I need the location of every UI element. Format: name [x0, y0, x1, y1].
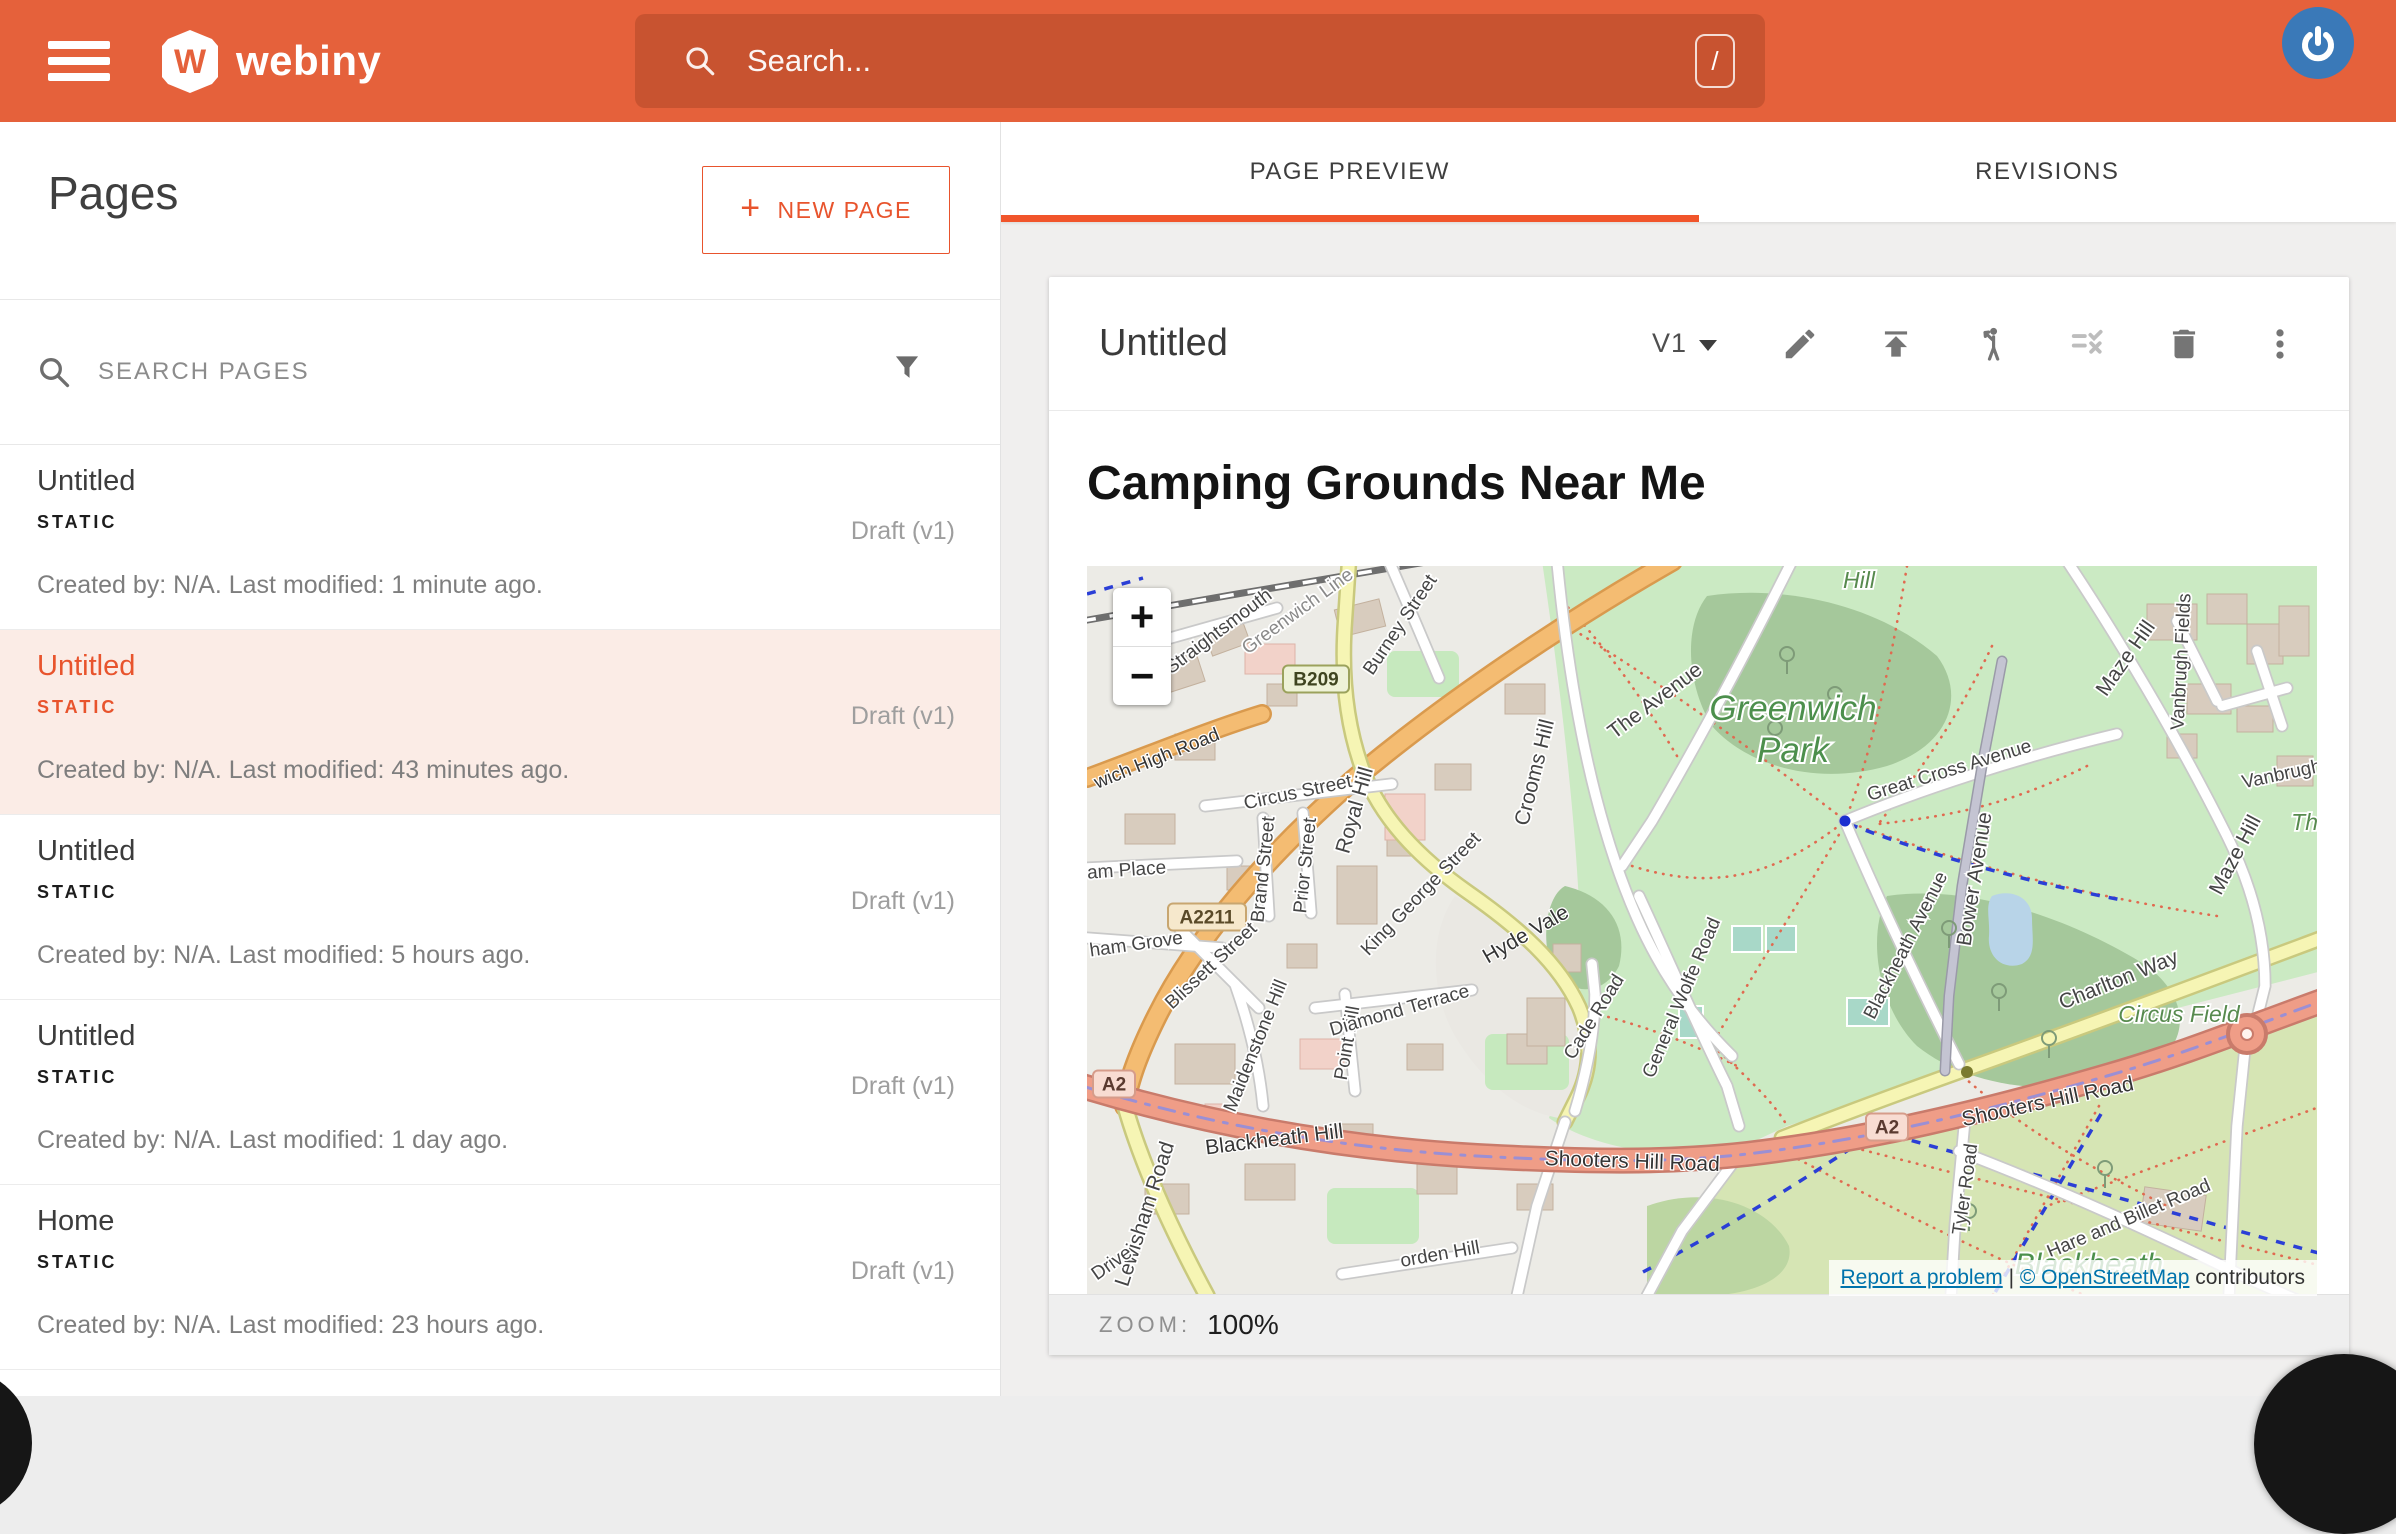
osm-copyright-link[interactable]: © OpenStreetMap: [2020, 1266, 2190, 1290]
page-type-badge: STATIC: [37, 697, 117, 718]
page-preview-card: Untitled V1: [1049, 277, 2349, 1355]
page-list-item[interactable]: Untitled STATIC Draft (v1) Created by: N…: [0, 630, 1000, 815]
map-label: Park: [1757, 731, 1830, 770]
road-badge: B209: [1283, 666, 1349, 693]
svg-text:A2: A2: [1875, 1118, 1899, 1139]
new-page-button[interactable]: + NEW PAGE: [702, 166, 950, 254]
preview-page-title: Untitled: [1099, 322, 1228, 365]
page-title: Pages: [48, 166, 178, 220]
svg-text:B209: B209: [1293, 670, 1338, 691]
map-attribution: Report a problem | © OpenStreetMap contr…: [1829, 1260, 2318, 1296]
page-status: Draft (v1): [851, 517, 955, 546]
more-options-icon[interactable]: [2261, 325, 2299, 363]
requested-changes-icon[interactable]: [2069, 325, 2107, 363]
sidebar-header: Pages + NEW PAGE: [0, 122, 1000, 300]
pages-list: Untitled STATIC Draft (v1) Created by: N…: [0, 445, 1000, 1370]
map-label: The: [2291, 809, 2317, 835]
page-content-heading: Camping Grounds Near Me: [1087, 456, 2349, 511]
version-dropdown[interactable]: V1: [1652, 328, 1717, 359]
search-pages-input[interactable]: [96, 357, 740, 387]
map-label: Greenwich: [1709, 689, 1876, 728]
page-created-info: Created by: N/A. Last modified: 5 hours …: [37, 941, 530, 970]
page-list-item[interactable]: Untitled STATIC Draft (v1) Created by: N…: [0, 445, 1000, 630]
global-search-bar[interactable]: /: [635, 14, 1765, 108]
page-created-info: Created by: N/A. Last modified: 43 minut…: [37, 756, 569, 785]
map-zoom-control: + −: [1113, 588, 1171, 705]
page-created-info: Created by: N/A. Last modified: 1 day ag…: [37, 1126, 508, 1155]
chevron-down-icon: [1699, 340, 1717, 351]
preview-tabs: PAGE PREVIEW REVISIONS: [1001, 122, 2396, 222]
map-label: Hill: [1843, 567, 1876, 593]
global-search-input[interactable]: [745, 42, 1695, 80]
preview-toolbar: [1781, 325, 2299, 363]
page-type-badge: STATIC: [37, 1067, 117, 1088]
openstreetmap-canvas: B209A2211A2A2 StraightsmouthGreenwich Li…: [1087, 566, 2317, 1296]
page-list-item[interactable]: Untitled STATIC Draft (v1) Created by: N…: [0, 815, 1000, 1000]
search-icon: [36, 354, 72, 390]
zoom-label: ZOOM:: [1099, 1312, 1191, 1338]
filter-icon[interactable]: [888, 350, 926, 388]
page-list-item[interactable]: Untitled STATIC Draft (v1) Created by: N…: [0, 1000, 1000, 1185]
page-created-info: Created by: N/A. Last modified: 1 minute…: [37, 571, 543, 600]
logo-wordmark: webiny: [236, 37, 381, 85]
active-tab-indicator: [1001, 215, 1699, 222]
search-icon: [683, 44, 717, 78]
preview-content: Untitled V1: [1001, 222, 2396, 1396]
page-item-title: Untitled: [37, 465, 135, 498]
page-status: Draft (v1): [851, 1072, 955, 1101]
page-created-info: Created by: N/A. Last modified: 23 hours…: [37, 1311, 544, 1340]
svg-text:A2211: A2211: [1180, 908, 1235, 929]
page-item-title: Untitled: [37, 1020, 135, 1053]
page-list-item[interactable]: Home STATIC Draft (v1) Created by: N/A. …: [0, 1185, 1000, 1370]
page-type-badge: STATIC: [37, 512, 117, 533]
delete-icon[interactable]: [2165, 325, 2203, 363]
preview-zoom-bar: ZOOM: 100%: [1049, 1294, 2349, 1355]
map-zoom-out-button[interactable]: −: [1113, 647, 1171, 705]
user-avatar[interactable]: [2282, 7, 2354, 79]
page-status: Draft (v1): [851, 1257, 955, 1286]
sidebar-search-row: [0, 300, 1000, 445]
svg-text:A2: A2: [1102, 1075, 1126, 1096]
preview-pane: PAGE PREVIEW REVISIONS Untitled V1: [1001, 122, 2396, 1396]
page-status: Draft (v1): [851, 702, 955, 731]
page-item-title: Untitled: [37, 835, 135, 868]
hamburger-menu-icon[interactable]: [48, 33, 110, 89]
page-status: Draft (v1): [851, 887, 955, 916]
webiny-hexagon-icon: W: [162, 30, 218, 93]
map-label: Circus Field: [2118, 1001, 2241, 1027]
road-badge: A2211: [1168, 904, 1246, 931]
page-item-title: Home: [37, 1205, 114, 1238]
tab-revisions[interactable]: REVISIONS: [1699, 122, 2396, 222]
tab-page-preview[interactable]: PAGE PREVIEW: [1001, 122, 1699, 222]
svg-text:W: W: [174, 43, 207, 81]
top-app-bar: W webiny /: [0, 0, 2396, 122]
road-badge: A2: [1866, 1114, 1908, 1141]
preview-card-header: Untitled V1: [1049, 277, 2349, 411]
page-type-badge: STATIC: [37, 882, 117, 903]
page-item-title: Untitled: [37, 650, 135, 683]
power-icon: [2296, 21, 2340, 65]
report-problem-link[interactable]: Report a problem: [1841, 1266, 2003, 1290]
map-zoom-in-button[interactable]: +: [1113, 588, 1171, 646]
webiny-logo[interactable]: W webiny: [162, 30, 381, 93]
page-type-badge: STATIC: [37, 1252, 117, 1273]
zoom-value: 100%: [1207, 1309, 1279, 1341]
plus-icon: +: [740, 189, 761, 228]
pages-sidebar: Pages + NEW PAGE Untitled STATIC Draft (…: [0, 122, 1001, 1396]
request-review-icon[interactable]: [1973, 325, 2011, 363]
publish-icon[interactable]: [1877, 325, 1915, 363]
map-embed[interactable]: B209A2211A2A2 StraightsmouthGreenwich Li…: [1087, 566, 2317, 1296]
search-shortcut-key: /: [1695, 34, 1735, 88]
road-badge: A2: [1093, 1071, 1135, 1098]
edit-icon[interactable]: [1781, 325, 1819, 363]
